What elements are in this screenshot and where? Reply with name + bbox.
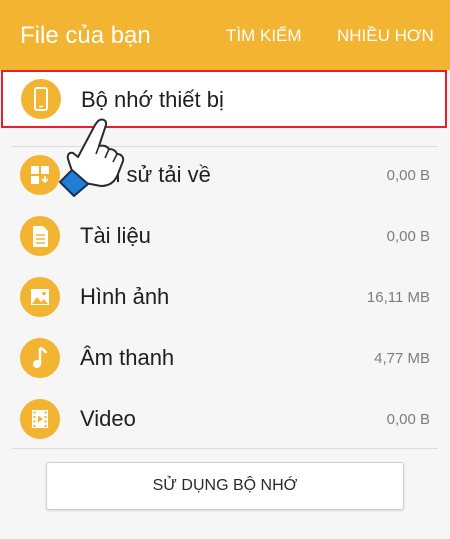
music-note-icon [20,338,60,378]
list-item-size: 0,00 B [386,411,430,428]
list-item-size: 0,00 B [386,228,430,245]
list-item-size: 16,11 MB [366,289,430,306]
list-item-label: Video [80,406,136,431]
list-item-label: Bộ nhớ thiết bị [81,87,224,112]
pointing-hand-icon [59,118,125,197]
list-item-documents[interactable]: Tài liệu 0,00 B [0,206,450,266]
list-item-label: Âm thanh [80,345,175,370]
document-icon [20,216,60,256]
list-item-label: Hình ảnh [80,284,170,309]
image-icon [20,277,60,317]
list-item-video[interactable]: Video 0,00 B [0,389,450,449]
video-film-icon [20,399,60,439]
page-title: File của bạn [20,22,151,49]
app-bar: File của bạn TÌM KIẾM NHIỀU HƠN [0,0,450,70]
list-item-size: 0,00 B [386,167,430,184]
list-item-audio[interactable]: Âm thanh 4,77 MB [0,328,450,388]
search-button[interactable]: TÌM KIẾM [226,26,302,46]
storage-usage-button[interactable]: SỬ DỤNG BỘ NHỚ [46,462,404,510]
list-item-label: Tài liệu [80,223,151,248]
divider [12,448,438,449]
list-item-size: 4,77 MB [374,350,430,367]
more-button[interactable]: NHIỀU HƠN [337,26,434,46]
list-item-images[interactable]: Hình ảnh 16,11 MB [0,267,450,327]
